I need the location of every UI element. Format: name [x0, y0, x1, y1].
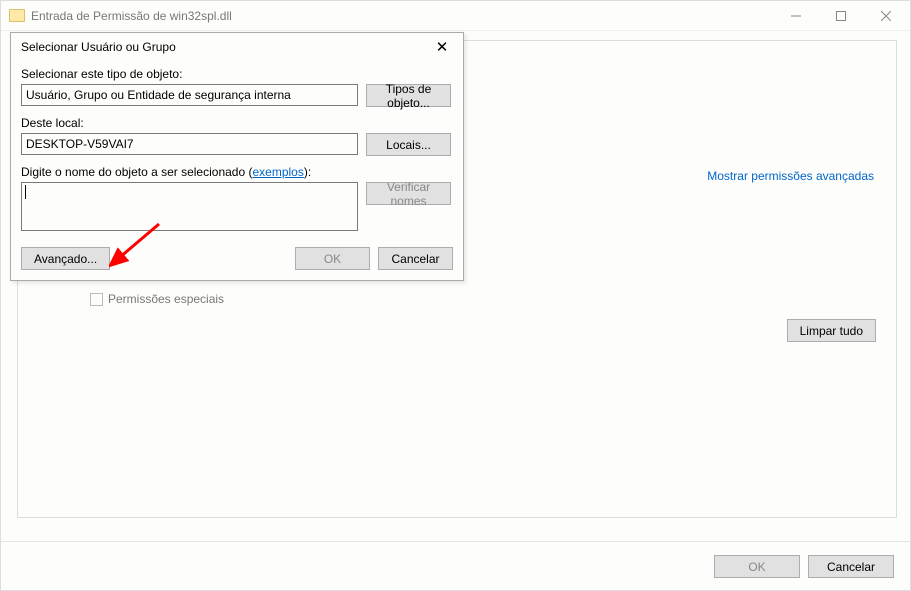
- advanced-button[interactable]: Avançado...: [21, 247, 110, 270]
- dialog-close-icon[interactable]: ✕: [427, 35, 457, 59]
- object-types-button[interactable]: Tipos de objeto...: [366, 84, 451, 107]
- object-type-label: Selecionar este tipo de objeto:: [21, 67, 453, 81]
- dialog-cancel-button[interactable]: Cancelar: [378, 247, 453, 270]
- examples-link[interactable]: exemplos: [252, 165, 303, 179]
- cancel-button[interactable]: Cancelar: [808, 555, 894, 578]
- close-button[interactable]: [863, 1, 908, 30]
- dialog-title: Selecionar Usuário ou Grupo: [21, 40, 176, 54]
- special-permissions-checkbox[interactable]: [90, 293, 103, 306]
- dialog-titlebar: Selecionar Usuário ou Grupo ✕: [11, 33, 463, 61]
- special-permissions-label: Permissões especiais: [108, 292, 224, 306]
- window-controls: [773, 1, 908, 30]
- check-names-button[interactable]: Verificar nomes: [366, 182, 451, 205]
- location-field[interactable]: [21, 133, 358, 155]
- object-type-field[interactable]: [21, 84, 358, 106]
- folder-icon: [9, 9, 25, 22]
- locations-button[interactable]: Locais...: [366, 133, 451, 156]
- location-label: Deste local:: [21, 116, 453, 130]
- main-footer: OK Cancelar: [714, 555, 894, 578]
- object-name-label: Digite o nome do objeto a ser selecionad…: [21, 165, 453, 179]
- titlebar: Entrada de Permissão de win32spl.dll: [1, 1, 910, 31]
- dialog-body: Selecionar este tipo de objeto: Tipos de…: [11, 61, 463, 253]
- clear-all-button[interactable]: Limpar tudo: [787, 319, 876, 342]
- object-name-input[interactable]: [21, 182, 358, 231]
- dialog-ok-button[interactable]: OK: [295, 247, 370, 270]
- minimize-button[interactable]: [773, 1, 818, 30]
- dialog-footer: Avançado... OK Cancelar: [21, 247, 453, 270]
- special-permissions-row: Permissões especiais: [90, 292, 224, 306]
- ok-button[interactable]: OK: [714, 555, 800, 578]
- select-user-group-dialog: Selecionar Usuário ou Grupo ✕ Selecionar…: [10, 32, 464, 281]
- maximize-button[interactable]: [818, 1, 863, 30]
- text-caret: [25, 185, 26, 199]
- window-title: Entrada de Permissão de win32spl.dll: [31, 9, 773, 23]
- show-advanced-permissions-link[interactable]: Mostrar permissões avançadas: [707, 169, 874, 183]
- footer-separator: [1, 541, 910, 542]
